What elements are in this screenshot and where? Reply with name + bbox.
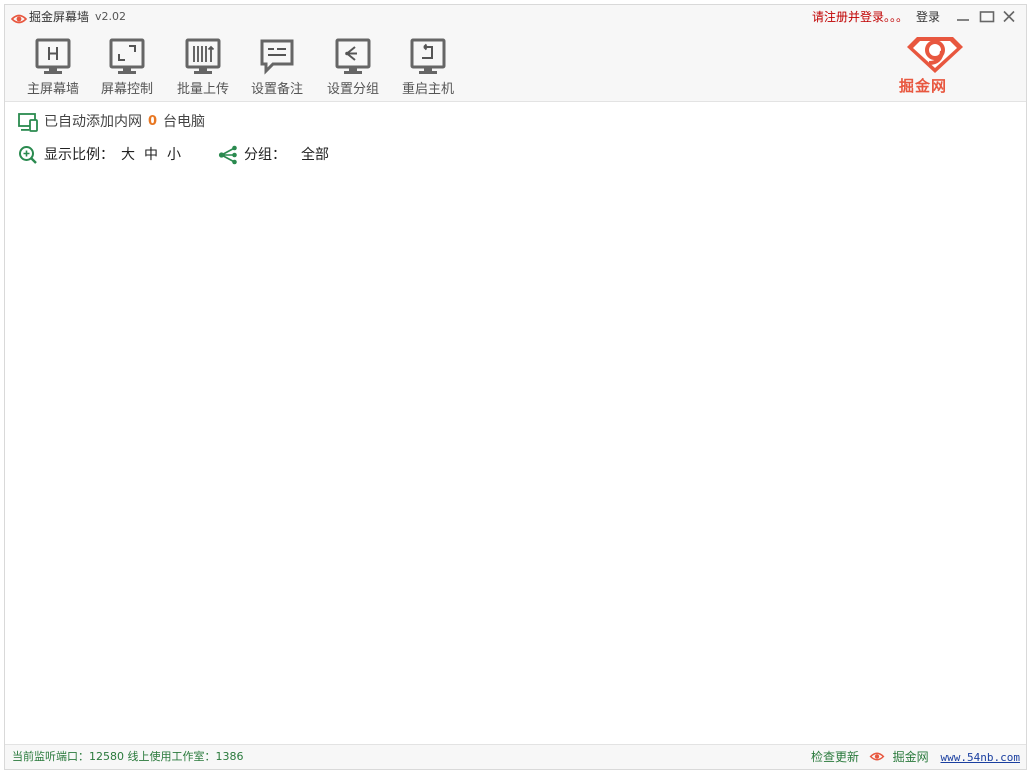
online-label: 线上使用工作室： [127,750,216,763]
set-note-button[interactable]: 设置备注 [239,35,315,99]
scale-medium-option[interactable]: 中 [144,144,158,166]
restart-icon [410,38,446,74]
register-link[interactable]: 请注册并登录。。。 [812,10,908,24]
info-suffix: 台电脑 [163,114,205,130]
app-window: 掘金屏幕墙 v2.02 请注册并登录。。。 登录 主屏幕墙 屏幕控制 批量上传 … [4,4,1027,770]
tool-label: 设置备注 [250,82,303,97]
eye-brand-icon [869,751,885,765]
maximize-button[interactable] [978,8,996,26]
minimize-icon [957,19,969,21]
status-bar: 当前监听端口：12580 线上使用工作室：1386 检查更新 掘金网 www.5… [5,744,1026,769]
online-value: 1386 [215,750,244,763]
tool-label: 主屏幕墙 [26,82,79,97]
minimize-button[interactable] [954,8,972,26]
scale-group-row: 显示比例： 大 中 小 分组： 全部 [17,144,417,166]
scale-label: 显示比例： [44,147,114,163]
check-update-link[interactable]: 检查更新 [811,750,859,764]
port-value: 12580 [89,750,124,763]
info-prefix: 已自动添加内网 [44,114,142,130]
tool-label: 屏幕控制 [100,82,153,97]
app-version: v2.02 [95,10,127,23]
group-label: 分组： [244,147,286,163]
website-url-link[interactable]: www.54nb.com [941,751,1020,764]
share-group-icon [217,144,239,173]
group-icon [335,38,371,74]
comment-icon [260,39,294,75]
title-bar: 掘金屏幕墙 v2.02 请注册并登录。。。 登录 [5,5,1026,29]
brand-logo: 掘金网 [897,33,977,97]
toolbar: 主屏幕墙 屏幕控制 批量上传 设置备注 设置分组 重启主机 掘金网 [5,29,1026,102]
scale-small-option[interactable]: 小 [167,144,181,166]
scale-large-option[interactable]: 大 [121,144,135,166]
brand-logo-text: 掘金网 [899,77,948,95]
eye-logo-icon [10,10,28,29]
tool-label: 批量上传 [176,82,229,97]
site-link[interactable]: 掘金网 [893,750,929,764]
status-info: 当前监听端口：12580 线上使用工作室：1386 [12,750,244,764]
brand-gem-icon [907,37,963,73]
tool-label: 重启主机 [401,82,454,97]
close-icon [1003,10,1015,23]
status-links: 检查更新 掘金网 www.54nb.com [811,750,1020,765]
zoom-icon [17,144,39,173]
batch-upload-button[interactable]: 批量上传 [165,35,241,99]
screen-control-button[interactable]: 屏幕控制 [89,35,165,99]
monitor-h-icon [35,38,71,74]
monitor-expand-icon [109,38,145,74]
main-screen-wall-button[interactable]: 主屏幕墙 [15,35,91,99]
devices-icon [17,111,39,140]
upload-icon [185,38,221,74]
restart-host-button[interactable]: 重启主机 [390,35,466,99]
pc-count: 0 [148,114,158,129]
set-group-button[interactable]: 设置分组 [315,35,391,99]
app-title: 掘金屏幕墙 [29,10,90,24]
maximize-icon [979,11,995,23]
port-label: 当前监听端口： [12,750,89,763]
group-value-all[interactable]: 全部 [301,144,329,166]
close-button[interactable] [1000,8,1018,26]
login-link[interactable]: 登录 [916,10,940,24]
tool-label: 设置分组 [326,82,379,97]
